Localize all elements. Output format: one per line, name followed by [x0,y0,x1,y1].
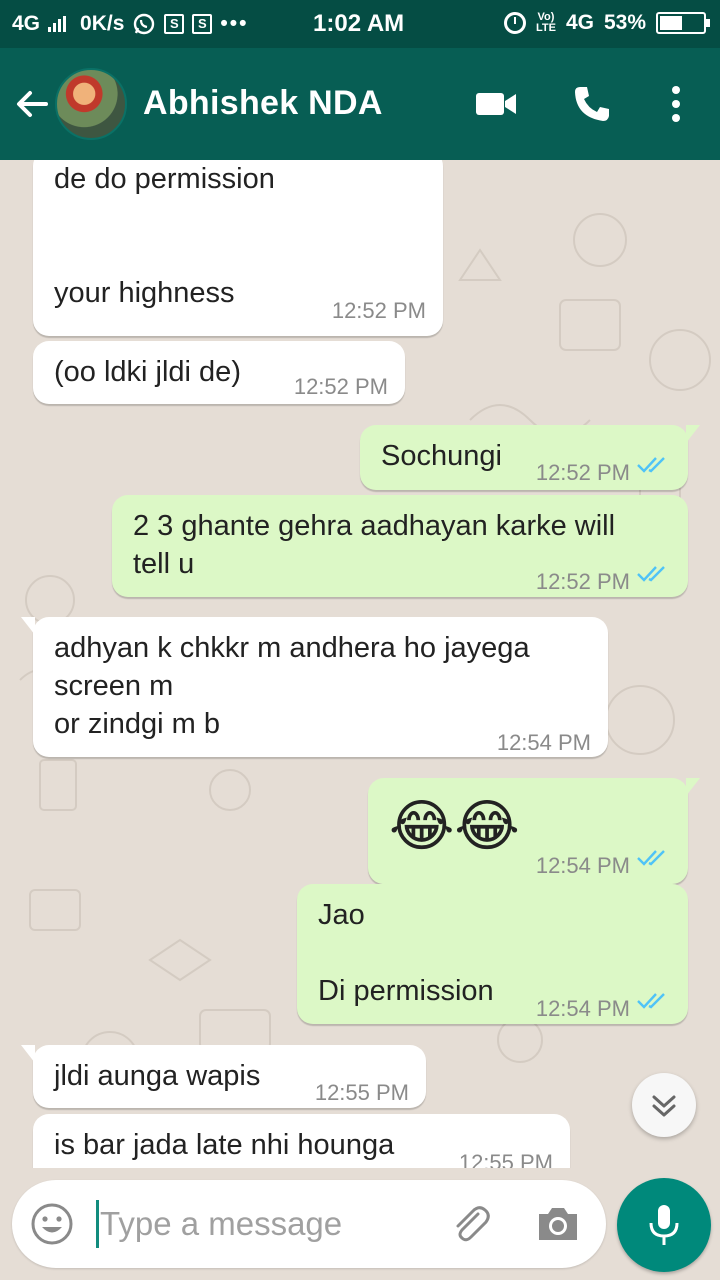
message-time: 12:54 PM [496,730,591,755]
message-time: 12:55 PM [458,1150,553,1168]
battery-fill [660,16,682,30]
avatar[interactable] [55,68,127,140]
mic-button[interactable] [617,1178,711,1272]
bubble-tail [21,1045,35,1063]
double-chevron-down-icon [652,1095,676,1117]
message-text: (oo ldki jldi de) [54,356,241,388]
video-call-icon[interactable] [474,84,518,124]
mic-icon [649,1205,679,1245]
message-text: Jao Di permission [318,899,494,1007]
message-bubble-incoming[interactable]: (oo ldki jldi de) 12:52 PM [33,341,405,404]
scroll-to-bottom-button[interactable] [632,1073,696,1137]
status-left: 4G 0K/s S S ••• [12,12,248,36]
network-speed: 0K/s [80,12,125,35]
more-vert-icon[interactable] [655,84,699,124]
s-notification-icon: S [164,14,185,34]
back-arrow-icon[interactable] [14,86,50,122]
phone-icon[interactable] [570,84,614,124]
volte-indicator: Vo) LTE [536,12,556,34]
message-composer [12,1180,606,1268]
message-text: 😂😂 [389,794,520,857]
signal-icon [48,16,67,32]
message-time: 12:52 PM [293,374,388,399]
message-time: 12:54 PM [535,996,630,1021]
bubble-tail [686,778,700,796]
message-time: 12:52 PM [535,460,630,485]
whatsapp-icon [134,13,155,35]
read-receipt-icon [637,457,665,473]
battery-percent: 53% [603,11,646,34]
message-bubble-outgoing[interactable]: Sochungi 12:52 PM [360,425,700,490]
bubble-tail [686,425,700,443]
volte-bottom: LTE [535,22,556,34]
more-notifications-icon: ••• [220,12,249,35]
message-bubble-incoming[interactable]: adhyan k chkkr m andhera ho jayega scree… [21,617,608,757]
read-receipt-icon [637,566,665,582]
message-bubble-outgoing[interactable]: Jao Di permission 12:54 PM [297,884,688,1024]
message-text: adhyan k chkkr m andhera ho jayega scree… [54,632,530,740]
message-text: is bar jada late nhi hounga [54,1129,395,1161]
message-bubble-incoming[interactable]: de do permission your highness 12:52 PM [33,160,443,336]
message-text: jldi aunga wapis [54,1060,261,1092]
network-type-right: 4G [565,11,594,34]
message-bubble-incoming[interactable]: is bar jada late nhi hounga 12:55 PM [33,1114,570,1168]
message-text: Sochungi [381,440,502,472]
message-time: 12:54 PM [535,853,630,878]
chat-header: Abhishek NDA [0,48,720,160]
network-type-left: 4G [12,12,41,35]
attach-icon[interactable] [448,1202,494,1248]
status-bar: 4G 0K/s S S ••• 1:02 AM Vo) LTE 4G 53% [0,0,720,48]
message-time: 12:52 PM [535,569,630,594]
text-caret [96,1200,99,1248]
message-time: 12:52 PM [331,298,426,323]
contact-name[interactable]: Abhishek NDA [143,84,383,123]
bubble-tail [21,617,35,635]
message-list[interactable]: de do permission your highness 12:52 PM … [0,160,720,1168]
message-time: 12:55 PM [314,1080,409,1105]
status-right: Vo) LTE 4G 53% [503,11,710,35]
emoji-icon[interactable] [30,1202,74,1246]
battery-icon [656,12,710,34]
message-bubble-outgoing[interactable]: 2 3 ghante gehra aadhayan karke will tel… [112,495,688,597]
message-text: de do permission your highness [54,163,275,309]
read-receipt-icon [637,993,665,1009]
read-receipt-icon [637,850,665,866]
alarm-icon [503,12,526,34]
s-notification-icon: S [192,14,213,34]
message-bubble-incoming[interactable]: jldi aunga wapis 12:55 PM [21,1045,426,1108]
message-input[interactable] [100,1200,430,1248]
status-time: 1:02 AM [313,10,405,37]
message-bubble-outgoing[interactable]: 😂😂 12:54 PM [368,778,700,884]
camera-icon[interactable] [535,1204,581,1244]
